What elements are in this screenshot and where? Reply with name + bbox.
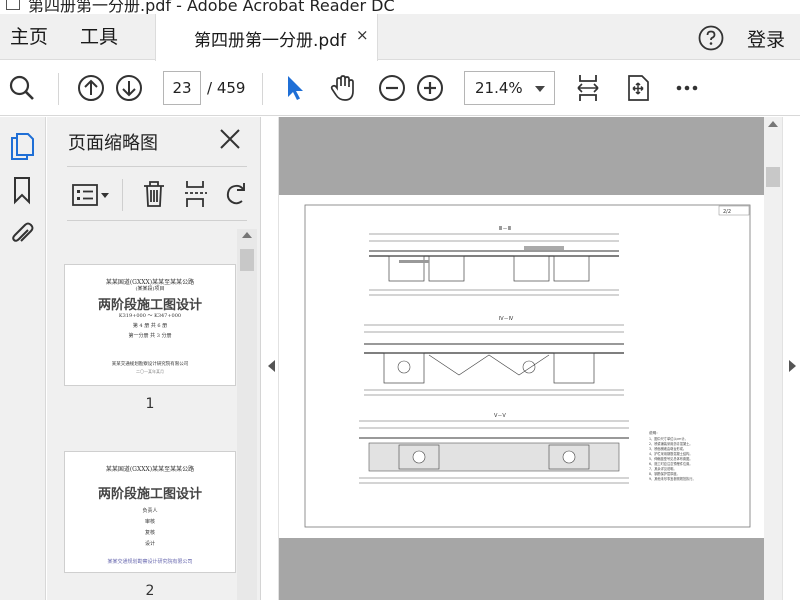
thumbnail-page-number: 1 [145,396,155,412]
tab-bar: 主页 工具 第四册第一分册.pdf × 登录 [0,14,800,61]
toolbar-separator [262,73,263,105]
options-menu-icon[interactable] [71,181,111,209]
page-thumbnail-1[interactable]: 某某国道(GXXX)某某至某某公路 (某某段)项目 两阶段施工图设计 K319+… [64,264,236,386]
section-label: Ⅲ－Ⅲ [499,226,511,232]
thumbnail-toolbar [67,175,257,215]
scroll-up-icon[interactable] [242,232,252,238]
zoom-out-icon[interactable] [377,73,407,103]
thumbnail-title: 两阶段施工图设计 [97,487,202,502]
document-view[interactable]: 2/2 Ⅲ－Ⅲ Ⅳ－Ⅳ Ⅴ－Ⅴ 说明： 1、图中尺寸单位以cm计。 2、桥梁铺装… [262,117,800,600]
scroll-thumb[interactable] [766,167,780,187]
bookmark-icon[interactable] [8,175,36,205]
menu-home[interactable]: 主页 [10,22,48,49]
thumbnail-text: 某某交通规划勘察设计研究院有限公司 [111,362,189,367]
document-tab-title: 第四册第一分册.pdf [194,31,346,51]
toolbar-separator [122,179,123,211]
page-total: / 459 [207,79,246,97]
thumbnail-text: 第 4 册 共 6 册 [132,323,168,329]
left-gutter [262,117,279,600]
collapse-left-panel-icon[interactable] [268,360,275,372]
thumbnail-text: 某某国道(GXXX)某某至某某公路 [105,466,195,473]
pdf-page[interactable]: 2/2 Ⅲ－Ⅲ Ⅳ－Ⅳ Ⅴ－Ⅴ 说明： 1、图中尺寸单位以cm计。 2、桥梁铺装… [279,195,781,538]
chevron-down-icon [535,86,545,92]
thumbnail-text: K319+000 ～ K347+000 [118,313,182,319]
menu-tools[interactable]: 工具 [80,22,118,49]
page-number-input[interactable] [163,71,201,105]
hand-icon[interactable] [328,73,358,103]
document-scrollbar[interactable] [764,117,782,600]
section-label: Ⅳ－Ⅳ [499,316,514,322]
search-icon[interactable] [7,73,37,103]
section-label: Ⅴ－Ⅴ [494,413,506,419]
page-thumbnails-icon[interactable] [8,131,36,161]
document-tab[interactable]: 第四册第一分册.pdf × [155,14,378,61]
zoom-select[interactable]: 21.4% [464,71,555,105]
thumbnail-text: 某某交通规划勘察设计研究院有限公司 [107,559,193,565]
note-line: 5、伸缩缝型号见总体布置图。 [649,456,692,461]
rotate-icon[interactable] [223,179,249,209]
right-gutter [782,117,800,600]
thumbnail-text: 审核 [144,519,155,525]
cursor-icon[interactable] [280,73,310,103]
note-line: 2、桥梁铺装采用沥青混凝土。 [649,441,692,446]
fit-page-icon[interactable] [573,73,603,103]
window-title: 第四册第一分册.pdf - Adobe Acrobat Reader DC [28,0,395,14]
page-tag: 2/2 [723,209,731,215]
extract-page-icon[interactable] [182,179,210,209]
page-thumbnail-2[interactable]: 某某国道(GXXX)某某至某某公路 两阶段施工图设计 负责人 审核 复核 设计 … [64,451,236,573]
arrow-down-circle-icon[interactable] [114,73,144,103]
note-line: 8、钢筋保护层厚度。 [649,471,680,476]
navigation-rail [0,117,46,600]
note-line: 7、其余详见说明。 [649,466,677,471]
help-circle-icon[interactable] [698,25,724,51]
note-line: 1、图中尺寸单位以cm计。 [649,436,688,441]
close-icon[interactable] [218,127,242,151]
attachment-icon[interactable] [8,219,36,249]
tab-close-icon[interactable]: × [356,26,369,44]
thumbnail-text: 负责人 [142,508,158,514]
scroll-thumb[interactable] [240,249,254,271]
toolbar-separator [58,73,59,105]
toolbar: / 459 21.4% [0,61,800,116]
zoom-in-icon[interactable] [415,73,445,103]
note-line: 3、桥面横坡由墩台形成。 [649,446,686,451]
login-button[interactable]: 登录 [747,25,785,52]
thumbnail-panel: 页面缩略图 某某国道(GXXX)某某至某某公路 (某某段)项目 两阶段施工图设计… [47,117,261,600]
arrow-up-circle-icon[interactable] [76,73,106,103]
note-line: 6、施工时应注意预埋件位置。 [649,461,692,466]
thumbnail-text: (某某段)项目 [135,286,165,292]
engineering-drawing: 2/2 Ⅲ－Ⅲ Ⅳ－Ⅳ Ⅴ－Ⅴ 说明： 1、图中尺寸单位以cm计。 2、桥梁铺装… [304,204,751,528]
thumbnail-title: 两阶段施工图设计 [97,298,202,313]
thumbnail-panel-title: 页面缩略图 [68,133,158,154]
thumbnail-text: 二〇一某年某月 [136,369,164,374]
thumbnail-scrollbar[interactable] [237,229,257,600]
thumbnail-text: 第一分册 共 3 分册 [128,333,172,339]
zoom-value: 21.4% [475,79,523,97]
trash-icon[interactable] [141,179,167,209]
os-title-bar: 第四册第一分册.pdf - Adobe Acrobat Reader DC [0,0,800,14]
expand-right-panel-icon[interactable] [789,360,796,372]
divider [67,166,247,167]
app-icon [6,0,20,10]
note-line: 4、护栏采用钢筋混凝土结构。 [649,451,692,456]
thumbnail-page-number: 2 [145,583,155,599]
more-icon[interactable] [672,73,702,103]
thumbnail-text: 设计 [144,541,155,547]
scroll-up-icon[interactable] [768,121,778,127]
divider [67,220,247,221]
thumbnail-text: 复核 [144,530,155,536]
notes-title: 说明： [649,430,660,435]
full-screen-icon[interactable] [623,73,653,103]
note-line: 9、其他未尽事宜参照规范执行。 [649,476,696,481]
